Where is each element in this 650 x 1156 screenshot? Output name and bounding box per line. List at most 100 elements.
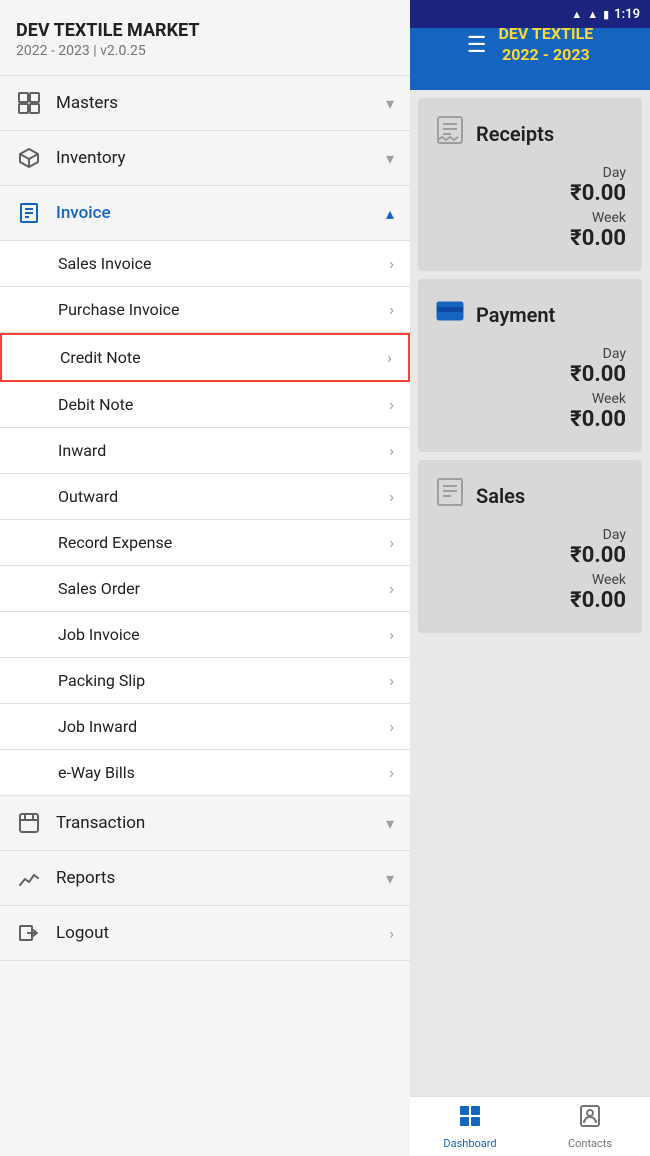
sub-item-sales-invoice[interactable]: Sales Invoice ›: [0, 241, 410, 287]
invoice-arrow: ▴: [386, 204, 394, 223]
receipts-card: Receipts Day ₹0.00 Week ₹0.00: [418, 98, 642, 271]
nav-item-logout[interactable]: Logout ›: [0, 906, 410, 961]
eway-bills-arrow: ›: [389, 763, 394, 782]
company-name: DEV TEXTILE MARKET: [16, 20, 394, 41]
inventory-label: Inventory: [56, 148, 126, 168]
payment-day-value: ₹0.00: [434, 362, 626, 387]
sales-week-label: Week: [434, 572, 626, 588]
debit-note-label: Debit Note: [58, 395, 133, 414]
sub-item-sales-order[interactable]: Sales Order ›: [0, 566, 410, 612]
company-year-version: 2022 - 2023 | v2.0.25: [16, 43, 394, 59]
purchase-invoice-arrow: ›: [389, 300, 394, 319]
masters-icon: [16, 90, 42, 116]
transaction-arrow: ▾: [386, 814, 394, 833]
credit-note-label: Credit Note: [60, 348, 141, 367]
dashboard-icon: [458, 1104, 482, 1134]
job-invoice-arrow: ›: [389, 625, 394, 644]
bottom-nav: Dashboard Contacts: [410, 1096, 650, 1156]
receipts-day-value: ₹0.00: [434, 181, 626, 206]
bottom-nav-contacts[interactable]: Contacts: [530, 1097, 650, 1156]
packing-slip-arrow: ›: [389, 671, 394, 690]
sub-item-record-expense[interactable]: Record Expense ›: [0, 520, 410, 566]
receipts-week-label: Week: [434, 210, 626, 226]
logout-arrow: ›: [389, 924, 394, 943]
nav-item-inventory[interactable]: Inventory ▾: [0, 131, 410, 186]
inventory-arrow: ▾: [386, 149, 394, 168]
sub-item-outward[interactable]: Outward ›: [0, 474, 410, 520]
sidebar: DEV TEXTILE MARKET 2022 - 2023 | v2.0.25…: [0, 0, 410, 1156]
logout-icon: [16, 920, 42, 946]
sales-day-label: Day: [434, 527, 626, 543]
sales-order-arrow: ›: [389, 579, 394, 598]
contacts-label: Contacts: [568, 1137, 612, 1150]
inward-arrow: ›: [389, 441, 394, 460]
sub-item-credit-note[interactable]: Credit Note ›: [0, 333, 410, 382]
nav-item-reports[interactable]: Reports ▾: [0, 851, 410, 906]
sub-item-job-invoice[interactable]: Job Invoice ›: [0, 612, 410, 658]
sidebar-header: DEV TEXTILE MARKET 2022 - 2023 | v2.0.25: [0, 0, 410, 76]
job-inward-label: Job Inward: [58, 717, 137, 736]
sub-item-job-inward[interactable]: Job Inward ›: [0, 704, 410, 750]
logout-label: Logout: [56, 923, 109, 943]
inventory-icon: [16, 145, 42, 171]
eway-bills-label: e-Way Bills: [58, 763, 135, 782]
receipts-day-label: Day: [434, 165, 626, 181]
bottom-nav-dashboard[interactable]: Dashboard: [410, 1097, 530, 1156]
masters-arrow: ▾: [386, 94, 394, 113]
credit-note-arrow: ›: [387, 348, 392, 367]
contacts-icon: [578, 1104, 602, 1134]
packing-slip-label: Packing Slip: [58, 671, 145, 690]
nav-item-masters[interactable]: Masters ▾: [0, 76, 410, 131]
sales-icon: [434, 476, 466, 515]
dashboard-label: Dashboard: [443, 1137, 496, 1150]
inward-label: Inward: [58, 441, 106, 460]
sales-day-value: ₹0.00: [434, 543, 626, 568]
receipts-title: Receipts: [476, 122, 554, 146]
nav-item-transaction[interactable]: Transaction ▾: [0, 796, 410, 851]
invoice-label: Invoice: [56, 203, 111, 223]
purchase-invoice-label: Purchase Invoice: [58, 300, 179, 319]
job-inward-arrow: ›: [389, 717, 394, 736]
receipts-icon: [434, 114, 466, 153]
reports-label: Reports: [56, 868, 115, 888]
sales-invoice-arrow: ›: [389, 254, 394, 273]
payment-week-label: Week: [434, 391, 626, 407]
outward-label: Outward: [58, 487, 118, 506]
sales-week-value: ₹0.00: [434, 588, 626, 613]
status-bar: ▲ ▲ ▮ 1:19: [410, 0, 650, 28]
sub-item-inward[interactable]: Inward ›: [0, 428, 410, 474]
sub-item-eway-bills[interactable]: e-Way Bills ›: [0, 750, 410, 796]
header-title: DEV TEXTILE 2022 - 2023: [499, 24, 594, 66]
transaction-icon: [16, 810, 42, 836]
reports-icon: [16, 865, 42, 891]
job-invoice-label: Job Invoice: [58, 625, 140, 644]
record-expense-arrow: ›: [389, 533, 394, 552]
battery-icon: ▮: [603, 8, 609, 21]
payment-title: Payment: [476, 303, 555, 327]
content-panel: Receipts Day ₹0.00 Week ₹0.00 Payment Da…: [410, 90, 650, 1096]
debit-note-arrow: ›: [389, 395, 394, 414]
invoice-icon: [16, 200, 42, 226]
nav-item-invoice[interactable]: Invoice ▴: [0, 186, 410, 241]
transaction-label: Transaction: [56, 813, 145, 833]
wifi-icon: ▲: [571, 8, 582, 21]
sub-item-debit-note[interactable]: Debit Note ›: [0, 382, 410, 428]
payment-day-label: Day: [434, 346, 626, 362]
sales-title: Sales: [476, 484, 525, 508]
hamburger-icon[interactable]: ☰: [467, 33, 487, 58]
payment-card: Payment Day ₹0.00 Week ₹0.00: [418, 279, 642, 452]
receipts-week-value: ₹0.00: [434, 226, 626, 251]
payment-icon: [434, 295, 466, 334]
sales-invoice-label: Sales Invoice: [58, 254, 152, 273]
payment-week-value: ₹0.00: [434, 407, 626, 432]
sub-item-purchase-invoice[interactable]: Purchase Invoice ›: [0, 287, 410, 333]
sub-item-packing-slip[interactable]: Packing Slip ›: [0, 658, 410, 704]
masters-label: Masters: [56, 93, 118, 113]
sales-order-label: Sales Order: [58, 579, 140, 598]
status-time: 1:19: [614, 7, 640, 22]
outward-arrow: ›: [389, 487, 394, 506]
record-expense-label: Record Expense: [58, 533, 172, 552]
signal-icon: ▲: [587, 8, 598, 21]
sales-card: Sales Day ₹0.00 Week ₹0.00: [418, 460, 642, 633]
reports-arrow: ▾: [386, 869, 394, 888]
